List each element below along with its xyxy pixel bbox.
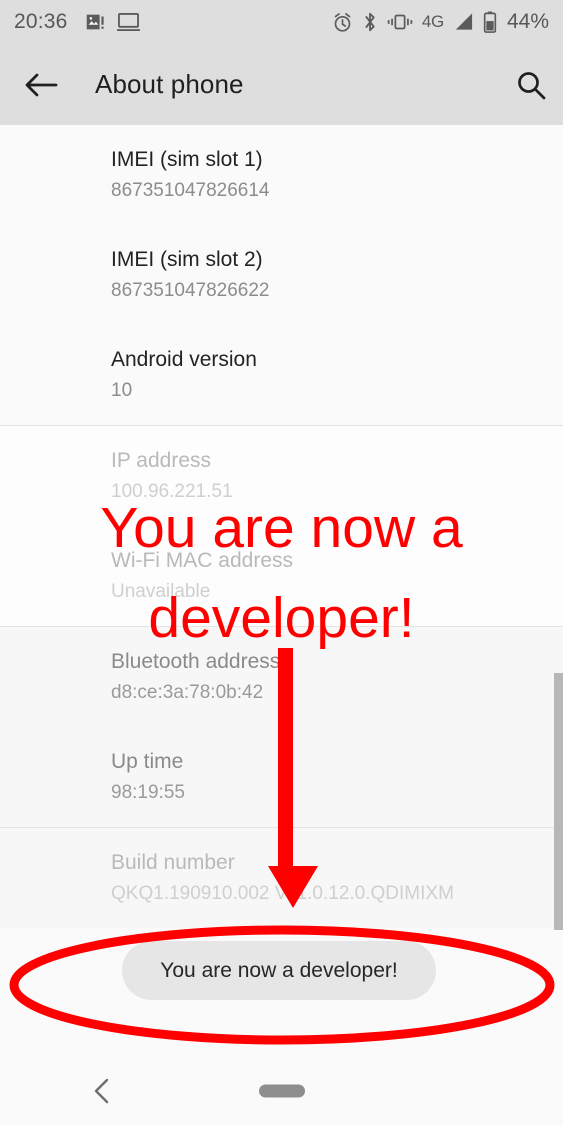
row-title: Up time — [111, 750, 184, 773]
status-bar: 20:36 4G 44% — [0, 0, 563, 44]
row-title: Wi-Fi MAC address — [111, 549, 294, 572]
row-value: 867351047826622 — [111, 280, 270, 302]
cast-screen-icon — [116, 12, 140, 33]
bluetooth-icon — [362, 11, 378, 33]
list-item[interactable]: IMEI (sim slot 1) 867351047826614 — [0, 125, 563, 225]
list-item[interactable]: Bluetooth address d8:ce:3a:78:0b:42 — [0, 627, 563, 727]
phone-screen: 20:36 4G 44% About phone IMEI (sim slot … — [0, 0, 563, 1125]
search-button[interactable] — [499, 69, 563, 101]
row-title: Bluetooth address — [111, 650, 281, 673]
settings-list[interactable]: IMEI (sim slot 1) 867351047826614 IMEI (… — [0, 125, 563, 1057]
list-item[interactable]: IMEI (sim slot 2) 867351047826622 — [0, 225, 563, 325]
nav-home-pill[interactable] — [258, 1084, 305, 1098]
signal-bars-icon — [453, 12, 474, 32]
arrow-left-icon — [24, 71, 58, 99]
status-bar-right-icons: 4G 44% — [332, 10, 549, 34]
row-title: IP address — [111, 449, 212, 472]
status-bar-clock: 20:36 — [14, 10, 68, 33]
row-value: 98:19:55 — [111, 782, 185, 804]
back-button[interactable] — [10, 71, 72, 99]
app-bar: About phone — [0, 44, 563, 125]
search-icon — [515, 69, 547, 101]
battery-icon — [483, 11, 497, 33]
vertical-scrollbar-thumb[interactable] — [554, 673, 563, 930]
row-title: IMEI (sim slot 2) — [111, 248, 263, 271]
toast-message: You are now a developer! — [160, 958, 398, 982]
navigation-bar — [0, 1057, 563, 1125]
row-value: d8:ce:3a:78:0b:42 — [111, 682, 264, 704]
list-item-build-number[interactable]: Build number QKQ1.190910.002 V11.0.12.0.… — [0, 828, 563, 928]
row-value: 867351047826614 — [111, 180, 270, 202]
image-alert-icon — [84, 11, 106, 33]
list-item[interactable]: Android version 10 — [0, 325, 563, 425]
list-group-device: Bluetooth address d8:ce:3a:78:0b:42 Up t… — [0, 627, 563, 827]
battery-percent-label: 44% — [506, 10, 549, 33]
list-group-network: IP address 100.96.221.51 Wi-Fi MAC addre… — [0, 426, 563, 626]
page-title: About phone — [95, 69, 244, 99]
vibrate-icon — [387, 12, 413, 32]
network-type-label: 4G — [421, 12, 444, 31]
row-value: QKQ1.190910.002 V11.0.12.0.QDIMIXM — [111, 883, 454, 905]
list-group-identity: IMEI (sim slot 1) 867351047826614 IMEI (… — [0, 125, 563, 425]
row-value: 100.96.221.51 — [111, 481, 233, 503]
row-value: 10 — [111, 380, 133, 402]
row-title: Build number — [111, 851, 235, 874]
row-title: Android version — [111, 348, 257, 371]
list-item[interactable]: IP address 100.96.221.51 — [0, 426, 563, 526]
row-title: IMEI (sim slot 1) — [111, 148, 263, 171]
nav-back-chevron-icon — [92, 1077, 112, 1105]
list-group-build: Build number QKQ1.190910.002 V11.0.12.0.… — [0, 828, 563, 928]
nav-back-button[interactable] — [92, 1077, 112, 1105]
status-bar-left-icons — [84, 11, 140, 33]
row-value: Unavailable — [111, 581, 211, 603]
alarm-icon — [332, 12, 353, 33]
list-item[interactable]: Wi-Fi MAC address Unavailable — [0, 526, 563, 626]
list-item[interactable]: Up time 98:19:55 — [0, 727, 563, 827]
toast-notification: You are now a developer! — [122, 941, 436, 1000]
